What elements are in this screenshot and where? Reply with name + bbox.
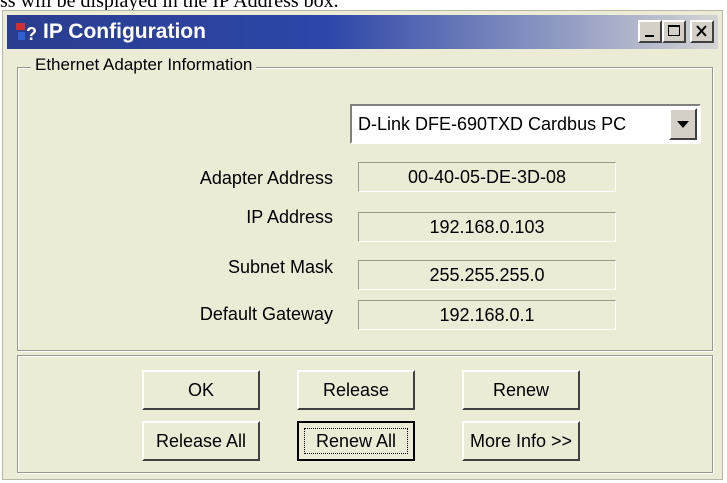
svg-text:?: ? xyxy=(26,24,37,44)
ok-button[interactable]: OK xyxy=(142,370,260,410)
close-icon xyxy=(696,25,707,37)
ip-address-value: 192.168.0.103 xyxy=(358,212,616,242)
chevron-down-icon xyxy=(677,121,689,128)
renew-button[interactable]: Renew xyxy=(462,370,580,410)
subnet-mask-label: Subnet Mask xyxy=(227,257,333,277)
close-button[interactable] xyxy=(690,20,714,43)
adapter-dropdown-button[interactable] xyxy=(669,108,697,140)
title-bar[interactable]: ? IP Configuration xyxy=(7,15,718,49)
maximize-button[interactable] xyxy=(662,20,686,43)
adapter-info-legend: Ethernet Adapter Information xyxy=(31,55,257,75)
ip-configuration-window: ? IP Configuration Ethernet Adapter Info… xyxy=(2,10,723,480)
minimize-button[interactable] xyxy=(638,20,662,43)
window-title: IP Configuration xyxy=(43,20,206,43)
release-button[interactable]: Release xyxy=(297,370,415,410)
adapter-select[interactable]: D-Link DFE-690TXD Cardbus PC xyxy=(350,104,701,144)
minimize-icon xyxy=(645,35,654,37)
adapter-address-label: Adapter Address xyxy=(199,168,333,188)
adapter-address-value: 00-40-05-DE-3D-08 xyxy=(358,162,616,192)
adapter-select-value: D-Link DFE-690TXD Cardbus PC xyxy=(358,114,627,134)
subnet-mask-value: 255.255.255.0 xyxy=(358,260,616,290)
more-info-button[interactable]: More Info >> xyxy=(462,421,580,461)
renew-all-label: Renew All xyxy=(304,428,408,454)
renew-all-button[interactable]: Renew All xyxy=(297,421,415,461)
default-gateway-value: 192.168.0.1 xyxy=(358,300,616,330)
release-all-button[interactable]: Release All xyxy=(142,421,260,461)
default-gateway-label: Default Gateway xyxy=(199,304,333,324)
maximize-icon xyxy=(668,25,680,36)
ip-address-label: IP Address xyxy=(246,207,333,227)
network-config-icon: ? xyxy=(16,23,37,44)
